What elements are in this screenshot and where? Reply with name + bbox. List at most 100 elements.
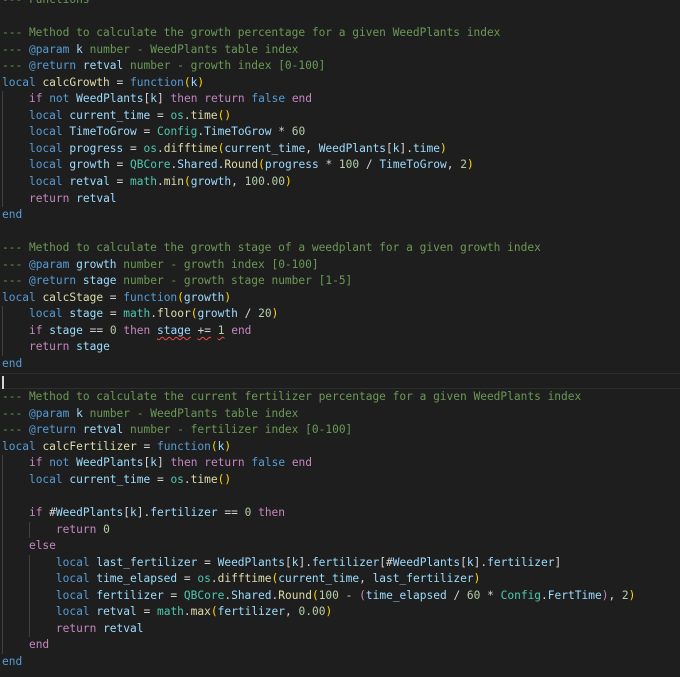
code-token: ].	[473, 555, 488, 569]
code-line[interactable]: local calcFertilizer = function(k)	[0, 439, 680, 456]
code-token: growth	[76, 257, 117, 271]
code-line[interactable]: local fertilizer = QBCore.Shared.Round(1…	[0, 587, 680, 605]
code-token: local	[2, 75, 36, 89]
code-line[interactable]: local calcStage = function(growth)	[0, 290, 680, 307]
code-token: )	[197, 75, 205, 89]
code-token: stage	[76, 340, 110, 354]
indent-guide	[2, 306, 3, 323]
code-token: not	[49, 456, 70, 470]
code-token: else	[28, 539, 56, 553]
code-token: @return	[28, 274, 77, 288]
code-token: function	[123, 290, 178, 304]
code-line[interactable]: return retval	[0, 620, 680, 638]
code-line[interactable]: local progress = os.difftime(current_tim…	[0, 140, 680, 158]
code-line[interactable]: end	[0, 637, 680, 654]
code-token: =	[109, 75, 131, 89]
code-token: Shared	[177, 158, 218, 172]
code-line[interactable]: --- Method to calculate the growth perce…	[0, 25, 680, 42]
code-line[interactable]: if stage == 0 then stage += 1 end	[0, 322, 680, 340]
code-token: growth	[69, 158, 110, 172]
code-line[interactable]	[0, 488, 680, 505]
code-line[interactable]: --- @return retval number - fertilizer i…	[0, 422, 680, 439]
code-line[interactable]: end	[0, 356, 680, 373]
code-token: ()	[217, 472, 232, 486]
code-token: =	[103, 307, 124, 321]
code-line[interactable]: end	[0, 207, 680, 224]
code-token: TimeToGrow	[69, 125, 137, 139]
code-line[interactable]: if not WeedPlants[k] then return false e…	[0, 91, 680, 108]
code-line[interactable]: --- @param k number - WeedPlants table i…	[0, 406, 680, 423]
code-token: growth	[183, 290, 225, 304]
code-token: time	[190, 472, 218, 486]
code-token: k	[76, 406, 83, 420]
code-token: ---	[2, 423, 29, 437]
code-line[interactable]: return retval	[0, 190, 680, 208]
indent-guide	[2, 91, 3, 108]
code-token: )	[466, 158, 474, 172]
code-token: progress	[264, 158, 319, 172]
code-line[interactable]: local last_fertilizer = WeedPlants[k].fe…	[0, 554, 680, 572]
code-editor[interactable]: --- Functions --- Method to calculate the…	[0, 0, 680, 670]
code-line[interactable]: local stage = math.floor(growth / 20)	[0, 306, 680, 323]
code-token: current_time	[224, 141, 306, 155]
code-token: --- Functions	[2, 0, 90, 6]
code-token: Shared	[231, 588, 272, 602]
code-line[interactable]: local retval = math.min(growth, 100.00)	[0, 174, 680, 191]
code-token: WeedPlants	[392, 555, 461, 569]
code-line[interactable]: --- @return stage number - growth stage …	[0, 273, 680, 290]
code-line[interactable]: return 0	[0, 521, 680, 539]
code-token: ]	[157, 456, 171, 470]
code-line[interactable]: local growth = QBCore.Shared.Round(progr…	[0, 157, 680, 175]
code-token: =	[136, 605, 157, 619]
code-token: local	[28, 125, 63, 139]
code-token: local	[28, 175, 63, 189]
code-line[interactable]	[0, 224, 680, 241]
code-token: @param	[28, 406, 70, 420]
code-token: if	[28, 323, 43, 337]
code-token: ,	[231, 175, 245, 189]
code-line[interactable]: --- Functions	[0, 0, 680, 9]
code-token: ---	[2, 257, 29, 271]
indent-guide	[2, 637, 3, 654]
code-line[interactable]: --- @param k number - WeedPlants table i…	[0, 42, 680, 59]
code-line[interactable]: --- Method to calculate the growth stage…	[0, 240, 680, 257]
code-token: )	[473, 572, 481, 586]
indent-guide	[29, 620, 30, 638]
code-line[interactable]: local time_elapsed = os.difftime(current…	[0, 571, 680, 588]
code-line[interactable]: --- @param growth number - growth index …	[0, 257, 680, 274]
code-line[interactable]: return stage	[0, 339, 680, 357]
code-token: end	[291, 92, 313, 106]
code-line[interactable]: local calcGrowth = function(k)	[0, 75, 680, 92]
code-line[interactable]	[0, 9, 680, 26]
code-token: 20	[258, 307, 272, 321]
code-token: ,	[305, 141, 319, 155]
code-line[interactable]: local retval = math.max(fertilizer, 0.00…	[0, 604, 680, 621]
code-token: =	[197, 555, 218, 569]
code-line[interactable]: --- @return retval number - growth index…	[0, 58, 680, 75]
code-line[interactable]: end	[0, 654, 680, 671]
code-line[interactable]: if #WeedPlants[k].fertilizer == 0 then	[0, 504, 680, 522]
code-token: retval	[96, 605, 137, 619]
code-token: /	[446, 588, 467, 602]
code-token: function	[130, 75, 184, 89]
code-token: )	[224, 290, 232, 304]
code-line[interactable]: local current_time = os.time()	[0, 471, 680, 489]
code-line[interactable]	[0, 372, 680, 390]
code-token: last_fertilizer	[96, 555, 198, 569]
code-token: then	[258, 505, 286, 519]
indent-guide	[29, 554, 30, 572]
code-token: .	[183, 108, 191, 122]
code-line[interactable]: if not WeedPlants[k] then return false e…	[0, 455, 680, 472]
code-token: fertilizer	[96, 588, 164, 602]
code-token: )	[271, 307, 279, 321]
indent-guide	[2, 124, 3, 141]
code-token: k	[76, 42, 83, 56]
code-line[interactable]: local TimeToGrow = Config.TimeToGrow * 6…	[0, 124, 680, 141]
code-line[interactable]: --- Method to calculate the current fert…	[0, 389, 680, 406]
code-line[interactable]: else	[0, 538, 680, 555]
code-token: k	[392, 141, 400, 155]
code-line[interactable]: local current_time = os.time()	[0, 107, 680, 125]
